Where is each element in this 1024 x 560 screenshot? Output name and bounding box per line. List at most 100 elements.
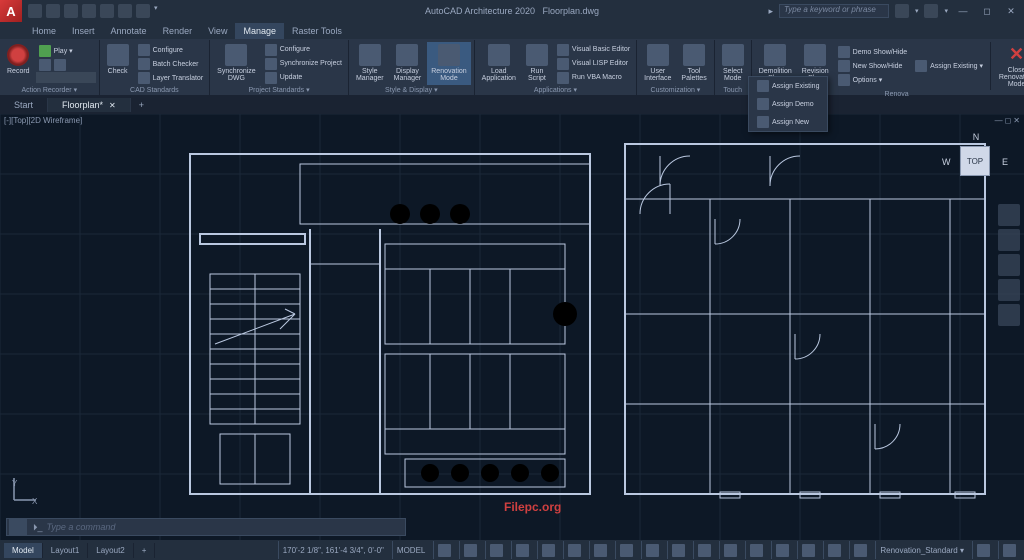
osnap-toggle-icon[interactable] — [542, 544, 555, 557]
orbit-icon[interactable] — [998, 279, 1020, 301]
cycling-toggle-icon[interactable] — [646, 544, 659, 557]
tab-view[interactable]: View — [200, 23, 235, 39]
steering-wheel-icon[interactable] — [998, 204, 1020, 226]
signin-dropdown[interactable]: ▾ — [915, 7, 919, 15]
assign-demo-item[interactable]: Assign Demo — [749, 95, 827, 113]
app-logo[interactable]: A — [0, 0, 22, 22]
load-application-button[interactable]: Load Application — [478, 42, 520, 85]
surface-hatch-icon[interactable] — [776, 544, 789, 557]
qat-redo-icon[interactable] — [118, 4, 132, 18]
command-line[interactable]: ⏵_ Type a command — [6, 518, 406, 536]
panel-label-applications[interactable]: Applications ▾ — [478, 85, 633, 95]
renovation-standard-dropdown[interactable]: Renovation_Standard ▾ — [875, 541, 968, 559]
showmotion-icon[interactable] — [998, 304, 1020, 326]
units-icon[interactable] — [828, 544, 841, 557]
qat-undo-icon[interactable] — [100, 4, 114, 18]
polar-toggle-icon[interactable] — [516, 544, 529, 557]
display-manager-button[interactable]: Display Manager — [390, 42, 426, 85]
layer-translator-button[interactable]: Layer Translator — [135, 71, 207, 85]
model-space-button[interactable]: MODEL — [392, 541, 429, 559]
floorplan-tab[interactable]: Floorplan*✕ — [48, 98, 131, 112]
ps-configure-button[interactable]: Configure — [262, 43, 345, 57]
layout-tab-add[interactable]: + — [134, 543, 156, 558]
workspace-icon[interactable] — [698, 544, 711, 557]
new-show-hide-button[interactable]: New Show/Hide — [835, 59, 910, 73]
assign-existing-item[interactable]: Assign Existing — [749, 77, 827, 95]
layer-key-icon[interactable] — [802, 544, 815, 557]
select-mode-button[interactable]: Select Mode — [718, 42, 748, 86]
zoom-extents-icon[interactable] — [998, 254, 1020, 276]
renovation-options-button[interactable]: Options ▾ — [835, 73, 910, 87]
update-button[interactable]: Update — [262, 71, 345, 85]
panel-label-style-display[interactable]: Style & Display ▾ — [352, 85, 471, 95]
grid-toggle-icon[interactable] — [438, 544, 451, 557]
layout-tab-layout1[interactable]: Layout1 — [43, 543, 88, 558]
viewport[interactable]: [-][Top][2D Wireframe] — ◻ ✕ — [0, 114, 1024, 540]
sync-dwg-button[interactable]: Synchronize DWG — [213, 42, 260, 85]
ucs-icon[interactable]: Y X — [10, 474, 40, 506]
run-script-button[interactable]: Run Script — [522, 42, 552, 85]
tool-palettes-button[interactable]: Tool Palettes — [677, 42, 710, 85]
tab-raster-tools[interactable]: Raster Tools — [284, 23, 350, 39]
close-tab-icon[interactable]: ✕ — [109, 101, 116, 110]
tab-insert[interactable]: Insert — [64, 23, 103, 39]
compass-e[interactable]: E — [1002, 157, 1008, 167]
compass-w[interactable]: W — [942, 157, 951, 167]
vb-editor-button[interactable]: Visual Basic Editor — [554, 43, 633, 57]
qat-new-icon[interactable] — [28, 4, 42, 18]
tab-manage[interactable]: Manage — [235, 23, 284, 39]
snap-toggle-icon[interactable] — [464, 544, 477, 557]
qat-open-icon[interactable] — [46, 4, 60, 18]
lineweight-toggle-icon[interactable] — [594, 544, 607, 557]
add-tab-button[interactable]: + — [131, 98, 152, 112]
run-vba-button[interactable]: Run VBA Macro — [554, 71, 633, 85]
qat-dropdown-icon[interactable]: ▾ — [154, 4, 158, 18]
pan-icon[interactable] — [998, 229, 1020, 251]
layout-tab-layout2[interactable]: Layout2 — [88, 543, 133, 558]
customize-status-icon[interactable] — [977, 544, 990, 557]
vlisp-editor-button[interactable]: Visual LISP Editor — [554, 57, 633, 71]
batch-checker-button[interactable]: Batch Checker — [135, 57, 207, 71]
panel-label-action-recorder[interactable]: Action Recorder ▾ — [3, 85, 96, 95]
maximize-button[interactable]: ◻ — [978, 4, 996, 18]
tab-annotate[interactable]: Annotate — [103, 23, 155, 39]
signin-icon[interactable] — [895, 4, 909, 18]
clean-screen-icon[interactable] — [1003, 544, 1016, 557]
otrack-toggle-icon[interactable] — [568, 544, 581, 557]
close-renovation-button[interactable]: ✕Close Renovation Mode — [995, 42, 1024, 90]
help-dropdown[interactable]: ▾ — [944, 7, 948, 15]
qat-plot-icon[interactable] — [136, 4, 150, 18]
start-tab[interactable]: Start — [0, 98, 48, 112]
replace-z-icon[interactable] — [750, 544, 763, 557]
panel-label-project-standards[interactable]: Project Standards ▾ — [213, 85, 345, 95]
annotation-scale-icon[interactable] — [672, 544, 685, 557]
sync-project-button[interactable]: Synchronize Project — [262, 57, 345, 71]
search-input[interactable]: Type a keyword or phrase — [779, 4, 889, 18]
style-manager-button[interactable]: Style Manager — [352, 42, 388, 85]
ortho-toggle-icon[interactable] — [490, 544, 503, 557]
minimize-button[interactable]: — — [954, 4, 972, 18]
panel-label-customization[interactable]: Customization ▾ — [640, 85, 711, 95]
play-extra[interactable] — [36, 72, 96, 83]
layout-tab-model[interactable]: Model — [4, 543, 43, 558]
assign-existing-button[interactable]: Assign Existing ▾ — [912, 59, 986, 73]
transparency-toggle-icon[interactable] — [620, 544, 633, 557]
compass-n[interactable]: N — [973, 132, 980, 142]
demo-show-hide-button[interactable]: Demo Show/Hide — [835, 45, 910, 59]
check-button[interactable]: Check — [103, 42, 133, 86]
tab-render[interactable]: Render — [155, 23, 201, 39]
exchange-icon[interactable] — [924, 4, 938, 18]
assign-new-item[interactable]: Assign New — [749, 113, 827, 131]
elevation-icon[interactable] — [854, 544, 867, 557]
command-line-icon[interactable] — [9, 519, 27, 535]
configure-button[interactable]: Configure — [135, 43, 207, 57]
close-button[interactable]: ✕ — [1002, 4, 1020, 18]
qat-save-icon[interactable] — [64, 4, 78, 18]
record-button[interactable]: Record — [3, 42, 34, 85]
tab-home[interactable]: Home — [24, 23, 64, 39]
renovation-mode-button[interactable]: Renovation Mode — [427, 42, 470, 85]
play-button[interactable]: Play ▾ — [36, 44, 96, 58]
command-input[interactable]: Type a command — [43, 522, 116, 532]
drawing-canvas[interactable] — [0, 114, 1024, 540]
cut-plane-icon[interactable] — [724, 544, 737, 557]
